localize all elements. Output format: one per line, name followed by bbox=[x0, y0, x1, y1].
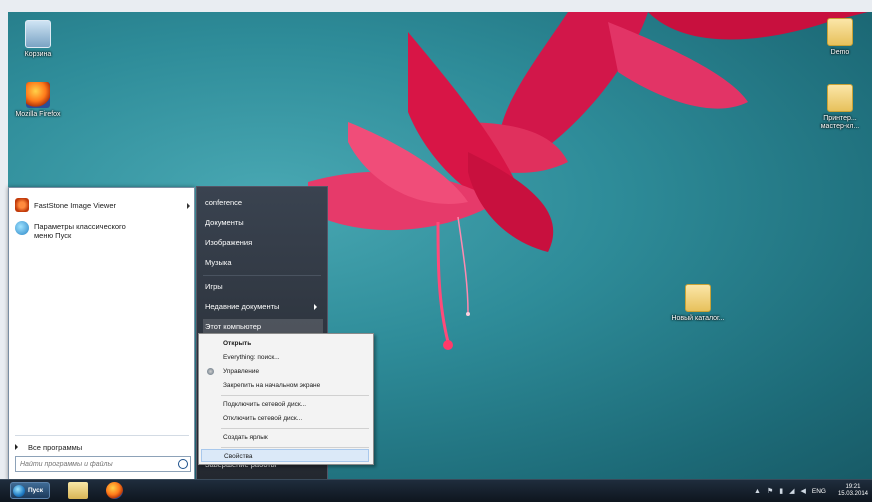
tray-overflow-icon[interactable]: ▲ bbox=[754, 488, 761, 495]
system-tray: ▲ ⚑ ▮ ◢ ◀ ENG 19:21 15.03.2014 bbox=[754, 480, 872, 502]
firefox-icon bbox=[26, 82, 50, 108]
start-search-box bbox=[15, 456, 191, 472]
desktop-icon-label: Принтер... мастер-кл... bbox=[820, 115, 860, 130]
clock-date: 15.03.2014 bbox=[837, 491, 868, 497]
submenu-arrow-icon bbox=[187, 203, 190, 209]
right-item-pictures[interactable]: Изображения bbox=[203, 235, 323, 251]
context-menu: Открыть Everything: поиск... Управление … bbox=[198, 333, 374, 465]
right-item-recent-docs[interactable]: Недавние документы bbox=[203, 299, 323, 315]
ctx-item-create-shortcut[interactable]: Создать ярлык bbox=[201, 431, 369, 444]
all-programs-label: Все программы bbox=[28, 442, 83, 452]
start-button-label: Пуск bbox=[28, 487, 43, 494]
taskbar-explorer-icon[interactable] bbox=[68, 482, 88, 499]
ctx-item-manage[interactable]: Управление bbox=[201, 365, 369, 378]
right-item-conference[interactable]: conference bbox=[203, 195, 323, 211]
ctx-divider bbox=[221, 428, 369, 429]
pinned-item-label: Параметры классического меню Пуск bbox=[34, 222, 126, 240]
flower-stamens bbox=[436, 216, 470, 350]
submenu-arrow-icon bbox=[314, 304, 317, 310]
recycle-bin-icon bbox=[25, 20, 51, 48]
network-icon[interactable]: ▮ bbox=[779, 487, 783, 495]
start-button[interactable]: Пуск bbox=[10, 482, 50, 499]
right-item-games[interactable]: Игры bbox=[203, 279, 323, 295]
all-programs-button[interactable]: Все программы bbox=[15, 435, 189, 454]
faststone-icon bbox=[15, 198, 29, 212]
ctx-item-label: Everything: поиск... bbox=[223, 354, 280, 361]
ctx-item-label: Создать ярлык bbox=[223, 434, 268, 441]
desktop-icon-printer[interactable]: Принтер... мастер-кл... bbox=[810, 84, 870, 131]
ctx-item-label: Открыть bbox=[223, 340, 252, 347]
flower-petals-top bbox=[438, 12, 868, 173]
ctx-item-label: Свойства bbox=[224, 453, 253, 460]
management-icon bbox=[207, 368, 214, 375]
right-item-music[interactable]: Музыка bbox=[203, 255, 323, 271]
pinned-item-classic-shell[interactable]: Параметры классического меню Пуск bbox=[15, 221, 165, 240]
clock[interactable]: 19:21 15.03.2014 bbox=[838, 484, 868, 498]
taskbar-firefox-icon[interactable] bbox=[106, 482, 123, 499]
pinned-item-faststone[interactable]: FastStone Image Viewer bbox=[15, 198, 190, 212]
taskbar: Пуск ▲ ⚑ ▮ ◢ ◀ ENG 19:21 15.03.2014 bbox=[0, 479, 872, 502]
folder-icon bbox=[827, 84, 853, 112]
right-item-label: Музыка bbox=[205, 258, 232, 267]
desktop-icon-demo[interactable]: Demo bbox=[810, 18, 870, 57]
language-indicator[interactable]: ENG bbox=[812, 488, 826, 495]
start-menu-left-pane: FastStone Image Viewer Параметры классич… bbox=[8, 187, 195, 480]
ctx-item-label: Закрепить на начальном экране bbox=[223, 382, 321, 389]
search-icon[interactable] bbox=[178, 459, 188, 469]
ctx-item-disconnect-drive[interactable]: Отключить сетевой диск... bbox=[201, 412, 369, 425]
all-programs-arrow-icon bbox=[15, 444, 18, 450]
ctx-item-pin-start[interactable]: Закрепить на начальном экране bbox=[201, 379, 369, 392]
classic-shell-icon bbox=[15, 221, 29, 235]
ctx-item-label: Управление bbox=[223, 368, 260, 375]
ctx-item-properties[interactable]: Свойства bbox=[201, 449, 369, 462]
desktop-icon-label: Корзина bbox=[24, 51, 52, 58]
desktop-icon-newfolder[interactable]: Новый каталог... bbox=[668, 284, 728, 323]
folder-icon bbox=[685, 284, 711, 312]
ctx-item-open[interactable]: Открыть bbox=[201, 337, 369, 350]
ctx-item-everything-search[interactable]: Everything: поиск... bbox=[201, 351, 369, 364]
ctx-item-label: Подключить сетевой диск... bbox=[223, 401, 307, 408]
ctx-divider bbox=[221, 447, 369, 448]
action-center-flag-icon[interactable]: ⚑ bbox=[767, 487, 773, 495]
right-item-label: conference bbox=[205, 198, 243, 207]
windows-orb-icon bbox=[13, 484, 25, 497]
right-item-label: Изображения bbox=[205, 238, 253, 247]
pinned-item-label: FastStone Image Viewer bbox=[34, 201, 116, 210]
ctx-divider bbox=[221, 395, 369, 396]
folder-icon bbox=[827, 18, 853, 46]
desktop-icon-label: Demo bbox=[830, 49, 850, 56]
right-pane-divider bbox=[203, 275, 321, 276]
right-item-label: Игры bbox=[205, 282, 223, 291]
right-item-label: Этот компьютер bbox=[205, 322, 262, 331]
desktop-icon-recycle[interactable]: Корзина bbox=[8, 20, 68, 59]
desktop-icon-label: Новый каталог... bbox=[671, 315, 725, 322]
right-item-label: Документы bbox=[205, 218, 244, 227]
start-search-input[interactable] bbox=[16, 457, 172, 471]
right-item-label: Недавние документы bbox=[205, 302, 280, 311]
desktop-icon-label: Mozilla Firefox bbox=[15, 111, 61, 118]
ctx-item-label: Отключить сетевой диск... bbox=[223, 415, 303, 422]
signal-icon[interactable]: ◢ bbox=[789, 487, 794, 495]
right-item-documents[interactable]: Документы bbox=[203, 215, 323, 231]
volume-icon[interactable]: ◀ bbox=[800, 487, 805, 495]
ctx-item-map-drive[interactable]: Подключить сетевой диск... bbox=[201, 398, 369, 411]
clock-time: 19:21 bbox=[845, 484, 861, 490]
desktop-icon-firefox[interactable]: Mozilla Firefox bbox=[8, 82, 68, 119]
